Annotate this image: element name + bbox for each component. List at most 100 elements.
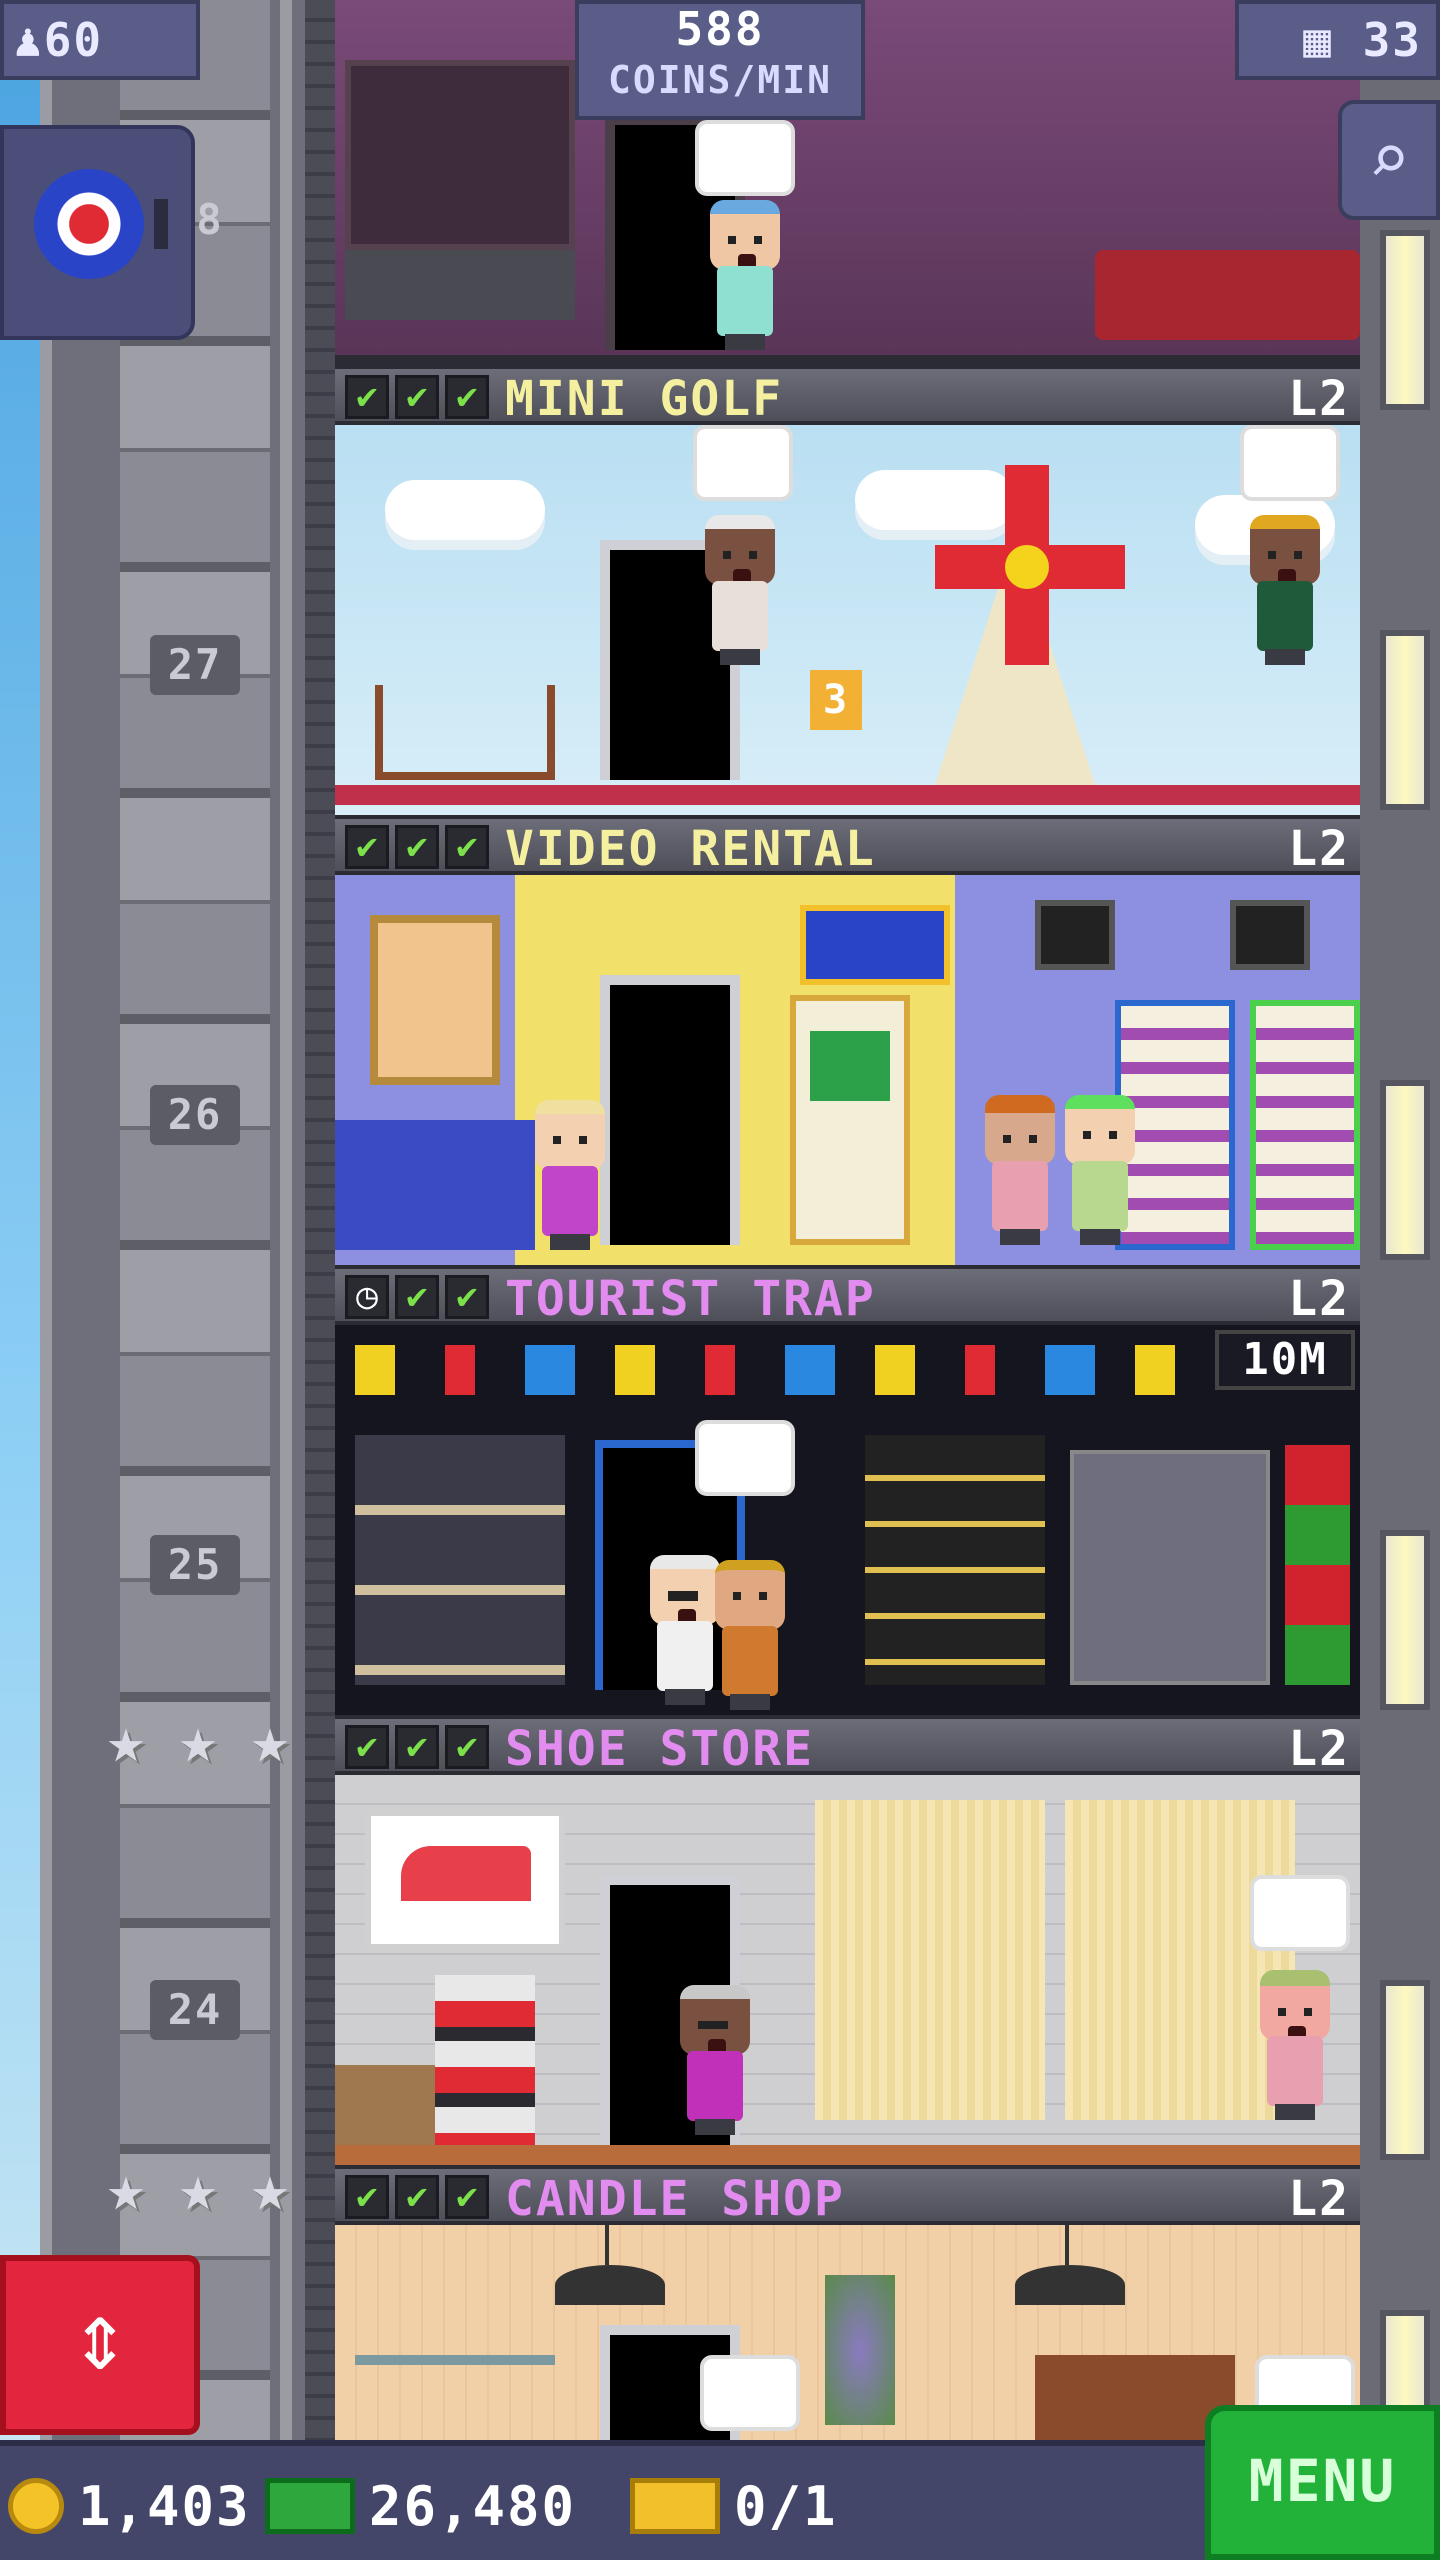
- cloud: [855, 470, 1015, 530]
- ceiling-lamp: [555, 2265, 665, 2305]
- bitizen[interactable]: [705, 200, 785, 350]
- shaft-rail-right: [280, 0, 292, 2440]
- red-sofa: [1095, 250, 1360, 340]
- building-icon: ▦: [1303, 13, 1333, 67]
- window: [1380, 1530, 1430, 1710]
- shoebox-stack: [435, 1975, 535, 2145]
- star-icon: ★: [250, 1704, 290, 1778]
- trinket-rack: [865, 1435, 1045, 1685]
- shaft-rail-left: [40, 0, 52, 2440]
- cloud: [385, 480, 545, 540]
- coins-display[interactable]: 1,403: [8, 2466, 251, 2546]
- floor-counter[interactable]: ▦ 33: [1235, 0, 1440, 80]
- bitizen[interactable]: [980, 1095, 1060, 1245]
- floor-number: 27: [150, 635, 240, 695]
- lamp-cord: [1065, 2225, 1069, 2265]
- alert-icon: [154, 199, 168, 249]
- check-icon: ✔: [345, 825, 389, 869]
- ticket-icon: [630, 2478, 720, 2534]
- check-icon: ✔: [445, 375, 489, 419]
- bitizen[interactable]: [1245, 515, 1325, 665]
- floor-tourist-trap[interactable]: ◷ ✔ ✔ TOURIST TRAP L2 10M: [335, 1265, 1360, 1715]
- sky-background: [0, 0, 40, 2440]
- bitizen[interactable]: [530, 1100, 610, 1250]
- floor-scene: [335, 1775, 1360, 2165]
- check-icon: ✔: [395, 2175, 439, 2219]
- speech-bubble[interactable]: [695, 120, 795, 196]
- window: [1380, 1980, 1430, 2160]
- arcade-screen: [810, 1031, 890, 1101]
- floor-video-rental[interactable]: ✔ ✔ ✔ VIDEO RENTAL L2: [335, 815, 1360, 1265]
- elevator-arrows-icon: ⇕: [71, 2280, 129, 2392]
- floor-header: ✔ ✔ ✔ VIDEO RENTAL L2: [335, 815, 1360, 875]
- rental-sign: [800, 905, 950, 985]
- bitizen[interactable]: [1060, 1095, 1140, 1245]
- floor-number: 26: [150, 1085, 240, 1145]
- poster-shoe: [401, 1846, 531, 1901]
- ceiling-lamp: [1015, 2265, 1125, 2305]
- status-checks: ✔ ✔ ✔: [345, 375, 489, 419]
- floor-scene: [335, 2225, 1360, 2440]
- floor-scene: 10M: [335, 1325, 1360, 1715]
- speech-bubble[interactable]: [700, 2355, 800, 2431]
- floor-name: MINI GOLF: [505, 371, 784, 427]
- check-icon: ✔: [445, 825, 489, 869]
- bitizen[interactable]: [710, 1560, 790, 1710]
- bitizen[interactable]: [1255, 1970, 1335, 2120]
- window: [1380, 630, 1430, 810]
- elevator-door: [600, 975, 740, 1245]
- green-edge: [335, 785, 1360, 805]
- check-icon: ✔: [395, 825, 439, 869]
- speech-bubble[interactable]: [695, 1420, 795, 1496]
- vip-visitor-card[interactable]: [0, 125, 195, 340]
- speech-bubble[interactable]: [1250, 1875, 1350, 1951]
- movie-poster: [370, 915, 500, 1085]
- bar-shelf: [345, 60, 575, 250]
- floor-boards: [335, 2145, 1360, 2165]
- bux-value: 26,480: [369, 2474, 577, 2538]
- check-icon: ✔: [445, 1275, 489, 1319]
- status-checks: ✔ ✔ ✔: [345, 2175, 489, 2219]
- star-icon: ★: [106, 2152, 146, 2226]
- floor-candle-shop[interactable]: ✔ ✔ ✔ CANDLE SHOP L2: [335, 2165, 1360, 2440]
- speech-bubble[interactable]: [693, 425, 793, 501]
- elevator-button[interactable]: ⇕: [0, 2255, 200, 2435]
- check-icon: ✔: [395, 1725, 439, 1769]
- status-checks: ✔ ✔ ✔: [345, 1725, 489, 1769]
- population-counter[interactable]: ♟60: [0, 0, 200, 80]
- video-shelf: [1250, 1000, 1360, 1250]
- tickets-value: 0/1: [734, 2474, 838, 2538]
- window: [1380, 230, 1430, 410]
- tickets-display[interactable]: 0/1: [630, 2466, 838, 2546]
- check-icon: ✔: [345, 1725, 389, 1769]
- star-icon: ★: [106, 1704, 146, 1778]
- bux-display[interactable]: 26,480: [265, 2466, 576, 2546]
- floor-header: ✔ ✔ ✔ SHOE STORE L2: [335, 1715, 1360, 1775]
- zoom-button[interactable]: ⌕: [1338, 100, 1440, 220]
- window: [1380, 1080, 1430, 1260]
- floor-name: SHOE STORE: [505, 1721, 814, 1777]
- restock-timer: 10M: [1215, 1330, 1355, 1390]
- check-icon: ✔: [445, 2175, 489, 2219]
- souvenir-shelf: [355, 1345, 1195, 1395]
- coins-per-minute[interactable]: 588 COINS/MIN: [575, 0, 865, 120]
- floor-mini-golf[interactable]: ✔ ✔ ✔ MINI GOLF L2 3: [335, 365, 1360, 815]
- shoe-poster: [365, 1810, 565, 1950]
- floor-name: VIDEO RENTAL: [505, 821, 876, 877]
- floor-level: L2: [1288, 1271, 1350, 1327]
- floor-shoe-store[interactable]: ✔ ✔ ✔ SHOE STORE L2: [335, 1715, 1360, 2165]
- check-icon: ✔: [345, 375, 389, 419]
- hero-avatar: [34, 169, 144, 279]
- floor-count-value: 33: [1362, 13, 1422, 67]
- elevator-track: [120, 0, 270, 2440]
- tower-edge: [305, 0, 335, 2440]
- bitizen[interactable]: [700, 515, 780, 665]
- floor-name: TOURIST TRAP: [505, 1271, 876, 1327]
- shirt-rack: [1285, 1445, 1350, 1685]
- menu-button[interactable]: MENU: [1205, 2405, 1440, 2560]
- speech-bubble[interactable]: [1240, 425, 1340, 501]
- floor-name: CANDLE SHOP: [505, 2171, 845, 2227]
- wall-picture: [1230, 900, 1310, 970]
- floor-header: ✔ ✔ ✔ MINI GOLF L2: [335, 365, 1360, 425]
- bitizen[interactable]: [675, 1985, 755, 2135]
